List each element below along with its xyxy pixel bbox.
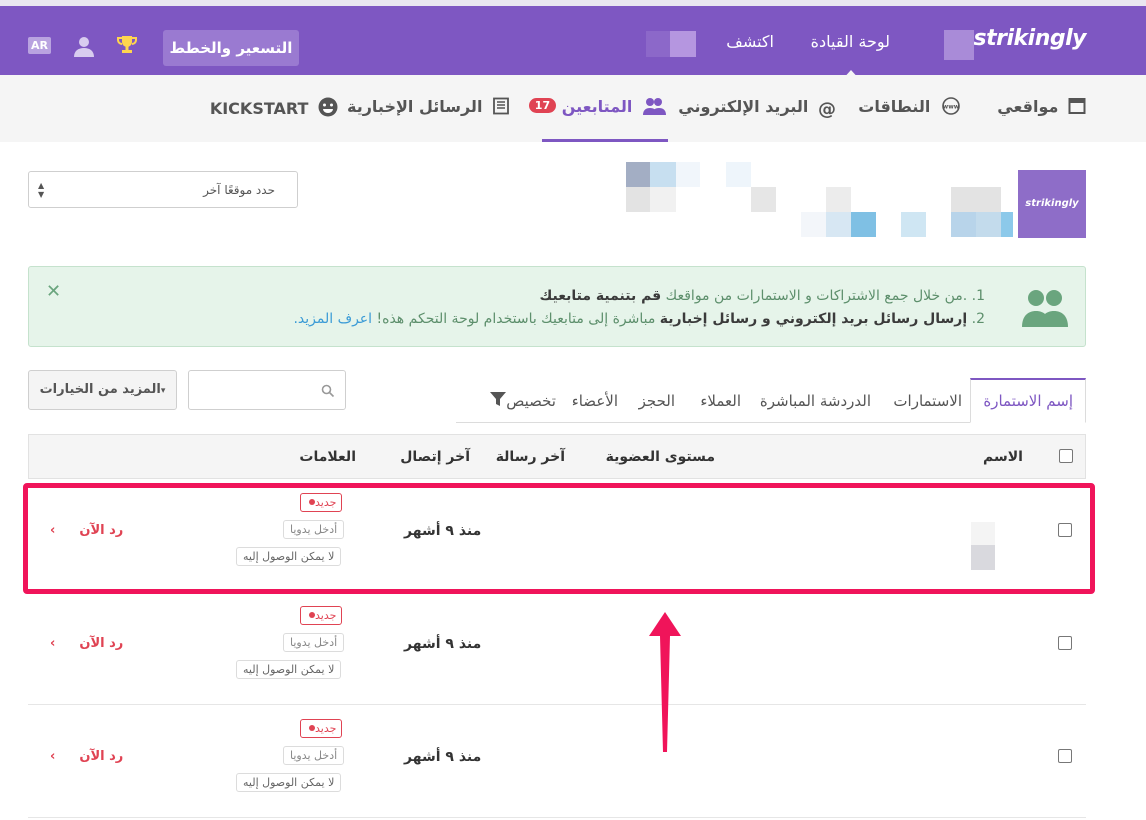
nav-explore[interactable]: اكتشف bbox=[726, 32, 774, 51]
header-last-message[interactable]: آخر رسالة bbox=[496, 449, 565, 465]
tab-newsletters[interactable]: الرسائل الإخبارية bbox=[347, 97, 510, 119]
tab-forms[interactable]: الاستمارات bbox=[893, 392, 962, 410]
tab-newsletters-label: الرسائل الإخبارية bbox=[346, 97, 483, 116]
tab-live-chat[interactable]: الدردشة المباشرة bbox=[760, 392, 871, 410]
nav-dashboard[interactable]: لوحة القيادة bbox=[811, 32, 890, 51]
last-contact: منذ ٩ أشهر bbox=[404, 749, 482, 765]
notice-line-2: 2. إرسال رسائل بريد إلكتروني و رسائل إخب… bbox=[293, 311, 985, 327]
chevron-down-icon: ▾ bbox=[160, 386, 166, 396]
table-header: الاسم مستوى العضوية آخر رسالة آخر إتصال … bbox=[28, 434, 1086, 479]
learn-more-link[interactable]: اعرف المزيد. bbox=[293, 311, 372, 327]
site-selector-label: حدد موقعًا آخر bbox=[203, 183, 275, 197]
tag-unreachable: لا يمكن الوصول إليه bbox=[236, 660, 342, 679]
notice-line-1-text: 1. .من خلال جمع الاشتراكات و الاستمارات … bbox=[661, 288, 985, 304]
row-checkbox[interactable] bbox=[1058, 749, 1072, 763]
more-options-label: المزيد من الخيارات bbox=[39, 382, 161, 397]
tab-members[interactable]: الأعضاء bbox=[572, 392, 618, 410]
chevron-left-icon: ‹ bbox=[50, 636, 56, 651]
chevron-left-icon: ‹ bbox=[50, 749, 56, 764]
status-badge-new: جديد bbox=[300, 606, 343, 625]
tab-email[interactable]: البريد الإلكتروني @ bbox=[678, 97, 836, 120]
updown-arrows-icon: ▲ ▼ bbox=[38, 181, 45, 199]
user-avatar-blur bbox=[646, 31, 670, 57]
status-badge-new: جديد bbox=[300, 719, 343, 738]
tab-my-sites[interactable]: مواقعي bbox=[997, 97, 1086, 119]
header-tags[interactable]: العلامات bbox=[299, 449, 356, 465]
tag-new-label: جديد bbox=[315, 722, 337, 735]
window-icon bbox=[1068, 97, 1086, 119]
top-bar: strikingly لوحة القيادة اكتشف التسعير وا… bbox=[0, 0, 1146, 81]
site-avatar[interactable] bbox=[944, 30, 974, 60]
info-notice: ✕ 1. .من خلال جمع الاشتراكات و الاستمارا… bbox=[28, 266, 1086, 347]
tab-kickstart-label: KICKSTART bbox=[209, 99, 309, 118]
tab-customize-label: تخصيص bbox=[506, 392, 556, 410]
language-switch[interactable]: AR bbox=[28, 37, 51, 54]
newsletter-icon bbox=[492, 97, 510, 119]
notice-line-2-text: مباشرة إلى متابعيك باستخدام لوحة التحكم … bbox=[372, 311, 660, 327]
pricing-button[interactable]: التسعير والخطط bbox=[163, 30, 299, 66]
close-icon[interactable]: ✕ bbox=[46, 281, 61, 302]
tab-form-name[interactable]: إسم الاستمارة bbox=[970, 378, 1086, 423]
user-icon[interactable] bbox=[73, 35, 95, 57]
people-icon bbox=[642, 97, 666, 119]
notice-line-2-bold: إرسال رسائل بريد إلكتروني و رسائل إخباري… bbox=[659, 311, 968, 327]
tab-booking[interactable]: الحجز bbox=[639, 392, 675, 410]
tab-domains-label: النطاقات bbox=[858, 97, 931, 116]
header-membership[interactable]: مستوى العضوية bbox=[606, 449, 715, 465]
last-contact: منذ ٩ أشهر bbox=[404, 636, 482, 652]
user-avatar-blur bbox=[670, 31, 696, 57]
search-icon bbox=[321, 383, 335, 402]
table-row[interactable]: جديد أدخل يدويا لا يمكن الوصول إليه منذ … bbox=[28, 592, 1086, 705]
reply-now-label: رد الآن bbox=[79, 636, 124, 651]
reply-now-label: رد الآن bbox=[79, 749, 124, 764]
more-options-button[interactable]: المزيد من الخيارات▾ bbox=[28, 370, 177, 410]
up-arrow-icon bbox=[645, 612, 685, 758]
people-icon bbox=[1021, 287, 1069, 333]
tab-followers[interactable]: 17 المتابعين bbox=[525, 97, 666, 119]
section-nav: مواقعي النطاقات www البريد الإلكتروني @ … bbox=[0, 75, 1146, 142]
tab-followers-label: المتابعين bbox=[561, 97, 633, 116]
www-icon: www bbox=[940, 97, 962, 119]
highlight-box bbox=[23, 483, 1095, 594]
trophy-icon[interactable] bbox=[116, 34, 138, 61]
tag-unreachable: لا يمكن الوصول إليه bbox=[236, 773, 342, 792]
tab-kickstart[interactable]: KICKSTART bbox=[210, 97, 338, 121]
tag-manual: أدخل يدويا bbox=[283, 633, 345, 652]
tag-manual: أدخل يدويا bbox=[283, 746, 345, 765]
row-checkbox[interactable] bbox=[1058, 636, 1072, 650]
tab-customize[interactable]: تخصيص bbox=[486, 392, 556, 410]
notice-line-1-bold: قم بتنمية متابعيك bbox=[539, 288, 662, 304]
tab-domains[interactable]: النطاقات www bbox=[858, 97, 962, 119]
active-tab-underline bbox=[542, 139, 668, 142]
tag-new-label: جديد bbox=[315, 609, 337, 622]
reply-now-link[interactable]: ‹ رد الآن bbox=[50, 636, 123, 651]
site-thumbnail[interactable]: strikingly bbox=[1018, 170, 1086, 238]
header-last-contact[interactable]: آخر إتصال bbox=[400, 449, 470, 465]
notice-line-1: 1. .من خلال جمع الاشتراكات و الاستمارات … bbox=[540, 288, 986, 304]
select-all-checkbox[interactable] bbox=[1059, 449, 1073, 463]
filter-icon bbox=[490, 392, 507, 410]
reply-now-link[interactable]: ‹ رد الآن bbox=[50, 749, 123, 764]
table-row[interactable]: جديد أدخل يدويا لا يمكن الوصول إليه منذ … bbox=[28, 705, 1086, 818]
search-input[interactable] bbox=[188, 370, 346, 410]
brand-logo[interactable]: strikingly bbox=[974, 26, 1087, 51]
tab-my-sites-label: مواقعي bbox=[997, 97, 1059, 116]
notice-line-2-number: 2. bbox=[967, 311, 985, 327]
tab-email-label: البريد الإلكتروني bbox=[678, 97, 809, 116]
header-name[interactable]: الاسم bbox=[983, 449, 1023, 465]
at-icon: @ bbox=[818, 99, 836, 120]
smile-icon bbox=[318, 97, 338, 121]
tab-customers[interactable]: العملاء bbox=[700, 392, 741, 410]
site-selector[interactable]: حدد موقعًا آخر ▲ ▼ bbox=[28, 171, 298, 208]
followers-count-badge: 17 bbox=[528, 98, 557, 113]
svg-text:www: www bbox=[943, 104, 960, 111]
